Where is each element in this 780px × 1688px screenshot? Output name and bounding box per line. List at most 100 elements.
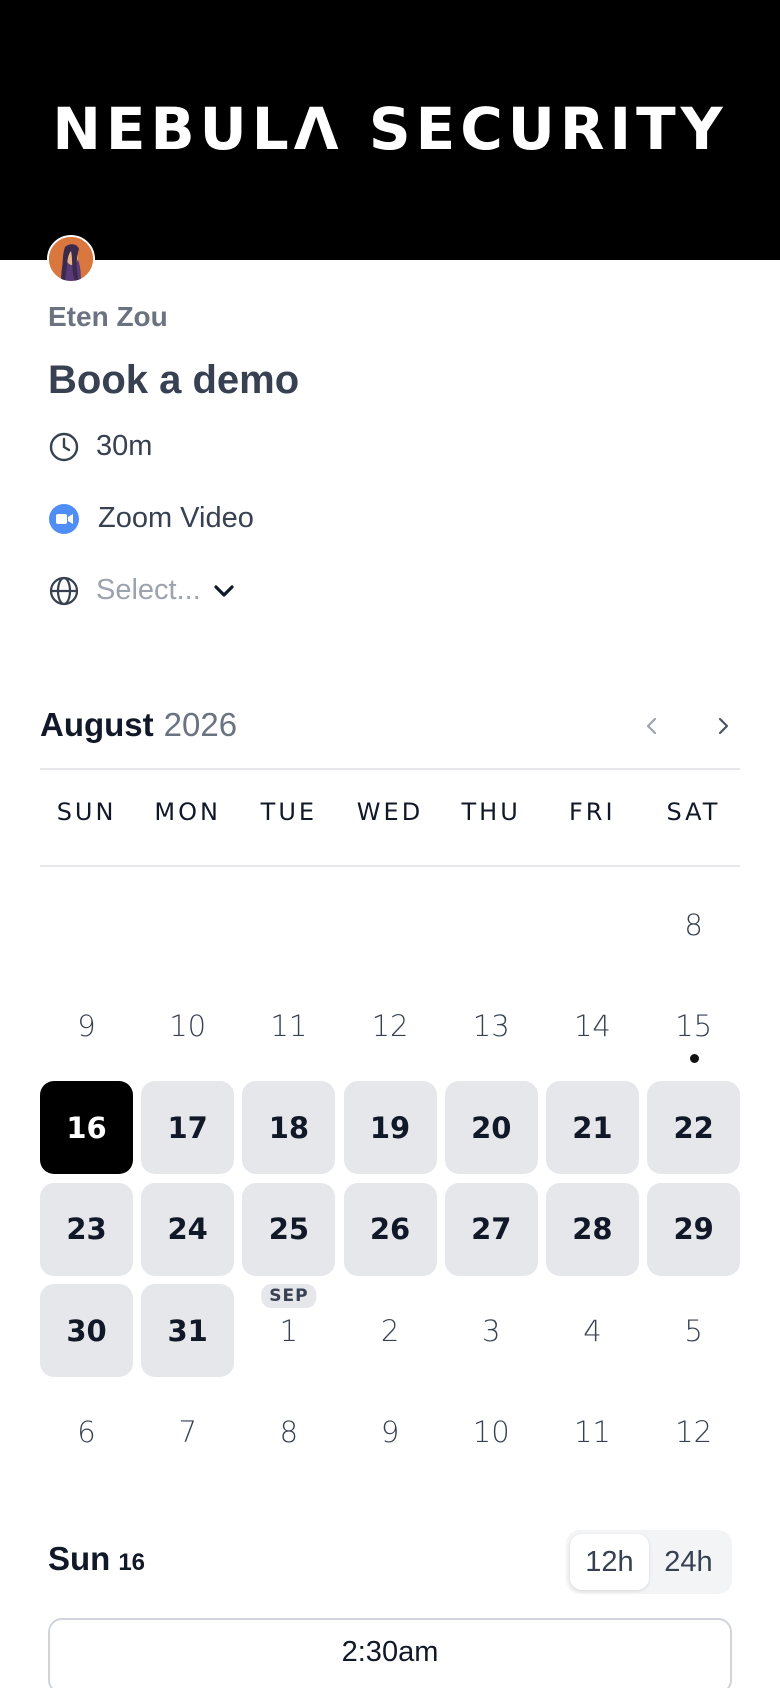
selected-day-label: Sun 16 — [48, 1540, 145, 1578]
weekday-label: FRI — [568, 798, 616, 826]
calendar-day[interactable]: 20 — [444, 1081, 538, 1175]
calendar-day[interactable]: 31 — [141, 1284, 235, 1378]
weekday-label: TUE — [260, 798, 318, 826]
timezone-row: Select... — [48, 574, 237, 607]
prev-month-button[interactable] — [634, 708, 670, 744]
avatar — [47, 235, 95, 283]
calendar-day: 10 — [141, 980, 234, 1073]
calendar-day: 3 — [445, 1284, 538, 1377]
format-12h-option[interactable]: 12h — [570, 1534, 649, 1590]
calendar-day[interactable]: 19 — [343, 1081, 437, 1175]
calendar-day[interactable]: 17 — [141, 1081, 235, 1175]
calendar-day: 11 — [546, 1386, 639, 1479]
calendar-day[interactable]: 22 — [647, 1081, 741, 1175]
calendar-day-label: 24 — [167, 1212, 208, 1247]
calendar-day: 2 — [344, 1284, 437, 1377]
calendar-day[interactable]: 26 — [343, 1182, 437, 1276]
calendar-day-label: 2 — [380, 1313, 400, 1348]
calendar-day-label: 10 — [169, 1009, 207, 1044]
globe-icon — [48, 575, 80, 607]
weekday-label: SUN — [56, 798, 117, 826]
weekday-label: THU — [461, 798, 521, 826]
calendar-day-label: 31 — [167, 1313, 208, 1348]
month-year: 2026 — [163, 706, 238, 743]
weekday-label: SAT — [666, 798, 721, 826]
calendar-day-label: 23 — [66, 1212, 107, 1247]
calendar-day-label: 9 — [77, 1009, 96, 1044]
calendar-day: 15 — [647, 980, 740, 1073]
calendar-day-label: 6 — [77, 1415, 96, 1450]
calendar-empty-cell — [445, 878, 538, 971]
calendar-day: 8 — [647, 878, 740, 971]
calendar-grid: 8 9 10 11 12 13 14 15 16 17 18 19 20 21 22 23 24 25 26 27 28… — [40, 878, 741, 1479]
next-month-button[interactable] — [705, 708, 741, 744]
calendar-empty-cell — [40, 878, 133, 971]
calendar-empty-cell — [242, 878, 335, 971]
divider — [40, 865, 740, 867]
calendar-day[interactable]: 18 — [242, 1081, 336, 1175]
timezone-select-label: Select... — [96, 574, 201, 606]
calendar-day-label: 4 — [583, 1313, 602, 1348]
calendar-day-label: 17 — [167, 1110, 208, 1145]
calendar-day-label: 8 — [279, 1415, 299, 1450]
month-name: August — [40, 706, 154, 743]
calendar-day[interactable]: 23 — [40, 1182, 133, 1276]
calendar-day[interactable]: 16 — [40, 1081, 133, 1175]
calendar-day-label: 15 — [675, 1009, 713, 1044]
calendar-day[interactable]: 29 — [647, 1182, 741, 1276]
today-indicator-dot — [689, 1053, 699, 1063]
time-slot-button[interactable]: 2:30am — [48, 1618, 732, 1688]
calendar-day[interactable]: 27 — [444, 1182, 538, 1276]
calendar-day: 8 — [242, 1386, 335, 1479]
location-row: Zoom Video — [48, 502, 254, 535]
calendar-day-label: 29 — [673, 1212, 714, 1247]
calendar-day: 12 — [344, 980, 437, 1073]
time-format-toggle: 12h 24h — [566, 1530, 732, 1594]
calendar-day-label: 14 — [573, 1009, 611, 1044]
calendar-day-label: 26 — [369, 1212, 411, 1247]
calendar-day-label: 18 — [268, 1110, 310, 1145]
calendar-day-label: 30 — [66, 1313, 107, 1348]
clock-icon — [48, 431, 80, 463]
selected-day-number: 16 — [118, 1549, 146, 1576]
month-tag-badge: SEP — [261, 1284, 317, 1309]
calendar-day[interactable]: 28 — [545, 1182, 639, 1276]
location-label: Zoom Video — [98, 502, 254, 534]
calendar-day-label: 9 — [380, 1415, 400, 1450]
calendar-day[interactable]: 25 — [242, 1182, 336, 1276]
chevron-down-icon — [211, 578, 237, 604]
calendar-day-label: 13 — [472, 1009, 510, 1044]
calendar-day-label: 12 — [675, 1415, 713, 1450]
calendar-day: 12 — [647, 1386, 740, 1479]
calendar-month-header: August 2026 — [40, 700, 740, 750]
calendar-empty-cell — [546, 878, 639, 971]
weekday-label: WED — [356, 798, 424, 826]
format-24h-option[interactable]: 24h — [649, 1534, 728, 1590]
zoom-video-icon — [48, 503, 80, 535]
timezone-select[interactable]: Select... — [96, 574, 237, 607]
calendar-day-label: 27 — [471, 1212, 512, 1247]
calendar-day-label: 8 — [684, 907, 703, 942]
calendar-day-label: 3 — [482, 1313, 501, 1348]
calendar-day-label: 11 — [573, 1415, 611, 1450]
brand-logo: NEBULΛ SECURITY — [52, 94, 728, 163]
calendar-day-label: 10 — [472, 1415, 510, 1450]
calendar-day-label: 5 — [684, 1313, 703, 1348]
event-title: Book a demo — [48, 358, 300, 402]
calendar-day[interactable]: 30 — [40, 1284, 133, 1378]
calendar-empty-cell — [141, 878, 234, 971]
calendar-day: 9 — [344, 1386, 437, 1479]
calendar-day-label: 21 — [572, 1110, 613, 1145]
calendar-day-label: 22 — [673, 1110, 714, 1145]
duration-row: 30m — [48, 430, 152, 463]
calendar-day: 4 — [546, 1284, 639, 1377]
selected-day-name: Sun — [48, 1540, 111, 1577]
calendar-day-label: 7 — [178, 1415, 197, 1450]
calendar-day[interactable]: 24 — [141, 1182, 235, 1276]
calendar-day-label: 28 — [572, 1212, 613, 1247]
calendar-day: 5 — [647, 1284, 740, 1377]
calendar-day: 9 — [40, 980, 133, 1073]
calendar-day-label: 19 — [369, 1110, 411, 1145]
calendar-day-label: 20 — [471, 1110, 512, 1145]
calendar-day[interactable]: 21 — [545, 1081, 639, 1175]
